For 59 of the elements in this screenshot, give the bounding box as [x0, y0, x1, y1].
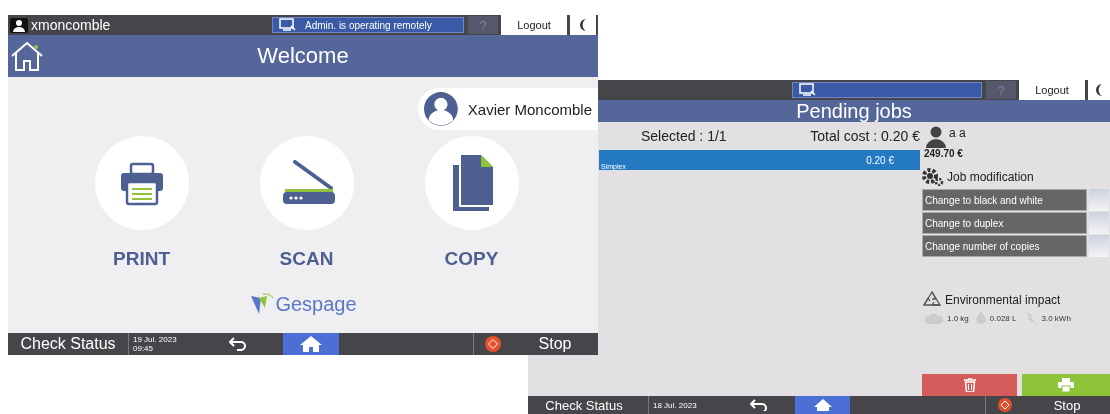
section-title: Environmental impact: [945, 293, 1061, 307]
action-label: COPY: [444, 248, 499, 270]
home-button[interactable]: [795, 396, 850, 414]
account-name: a a: [949, 126, 966, 140]
night-mode-button[interactable]: [1088, 80, 1110, 100]
selected-count: Selected : 1/1: [641, 128, 727, 144]
section-title: Job modification: [947, 170, 1034, 184]
remote-screen-icon: [799, 83, 817, 97]
remote-screen-icon: [279, 18, 297, 32]
check-status-button[interactable]: Check Status: [8, 333, 128, 355]
option-thumbnail: [1089, 189, 1109, 211]
logo-text: Gespage: [275, 293, 357, 316]
screen-title: Pending jobs: [796, 99, 912, 123]
printer-icon: [118, 160, 165, 206]
gears-icon: [922, 168, 944, 186]
username: xmoncomble: [31, 17, 111, 33]
house-outline-icon: [10, 41, 44, 71]
stop-button[interactable]: Stop: [512, 333, 598, 355]
home-icon: [813, 399, 832, 411]
logo-icon: [249, 292, 276, 316]
night-mode-button[interactable]: [570, 15, 596, 35]
time-text: 09:45: [133, 344, 155, 353]
metric-value: 1.0 kg: [947, 313, 969, 323]
printer-icon: [1058, 378, 1074, 392]
user-icon: [926, 126, 946, 148]
job-cost: 0.20 €: [866, 154, 894, 166]
action-label: PRINT: [113, 248, 170, 270]
option-thumbnail: [1089, 212, 1109, 234]
home-icon: [300, 336, 322, 352]
job-option-button[interactable]: Change number of copies: [922, 235, 1087, 257]
logout-button[interactable]: Logout: [501, 15, 567, 35]
job-option-button[interactable]: Change to duplex: [922, 212, 1087, 234]
avatar-icon: [424, 91, 458, 127]
remote-status-field[interactable]: [792, 82, 982, 98]
date-text: 19 Jul. 2023: [133, 335, 178, 344]
date-text: 18 Jul. 2023: [653, 400, 698, 410]
back-arrow-icon: [229, 337, 247, 351]
action-label: SCAN: [279, 248, 334, 270]
home-button[interactable]: [10, 41, 44, 71]
option-thumbnail: [1089, 235, 1109, 257]
metric-value: 3.0 kWh: [1041, 313, 1071, 323]
stop-button[interactable]: Stop: [1024, 396, 1110, 414]
user-icon: [10, 17, 28, 33]
logout-button[interactable]: Logout: [1019, 80, 1085, 100]
account-balance: 249.70 €: [923, 148, 964, 159]
remote-status-field[interactable]: Admin. is operating remotely: [272, 17, 464, 33]
home-button[interactable]: [283, 333, 339, 355]
job-option-button[interactable]: Change to black and white: [922, 189, 1087, 211]
stop-icon: [485, 336, 501, 352]
moon-icon: [1094, 83, 1104, 97]
metric-value: 0.028 L: [989, 313, 1017, 323]
check-status-button[interactable]: Check Status: [528, 396, 640, 414]
total-cost: Total cost : 0.20 €: [810, 128, 920, 144]
trash-icon: [963, 378, 976, 392]
moon-icon: [578, 18, 588, 32]
back-arrow-icon: [750, 399, 768, 411]
screen-title: Welcome: [257, 43, 349, 69]
user-profile-card[interactable]: Xavier Moncomble: [418, 88, 598, 130]
stop-icon: [998, 398, 1012, 412]
